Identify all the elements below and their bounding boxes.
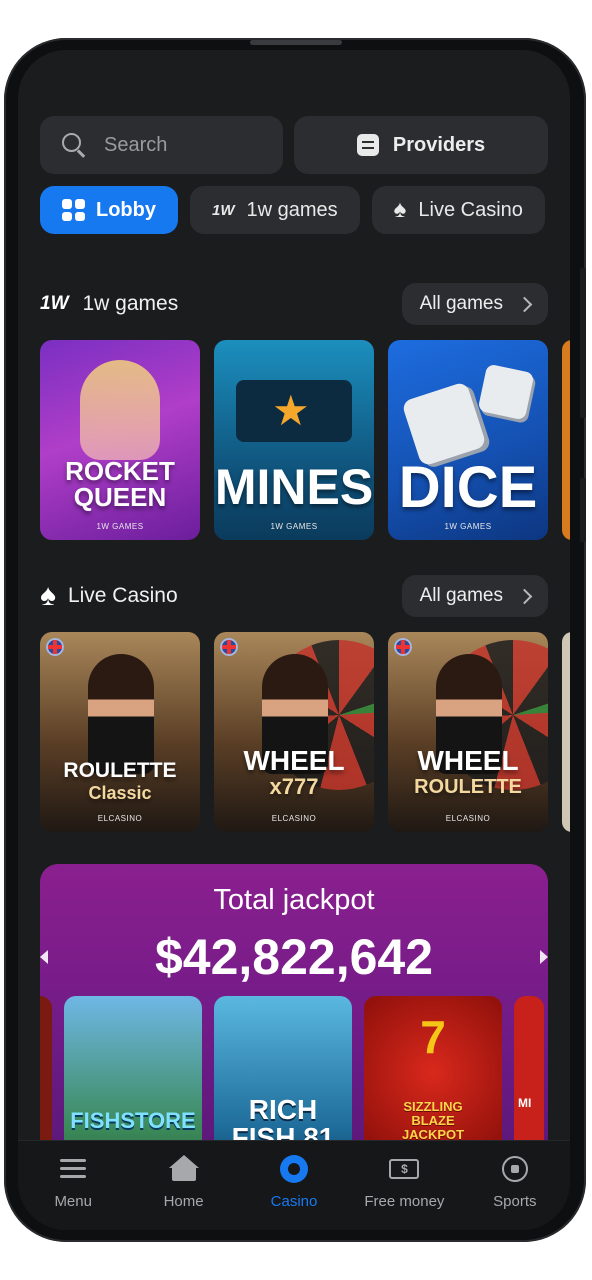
- nav-casino[interactable]: Casino: [239, 1141, 349, 1230]
- section-header-live-casino: ♠ Live Casino All games: [40, 574, 548, 618]
- category-tabs: Lobby 1W 1w games ♠ Live Casino: [40, 186, 545, 234]
- tab-label: 1w games: [246, 198, 338, 221]
- tab-1w-games[interactable]: 1W 1w games: [190, 186, 360, 234]
- section-title-text: Live Casino: [67, 584, 178, 607]
- speaker-grille: [250, 40, 342, 45]
- game-provider: 1W GAMES: [444, 522, 492, 531]
- game-carousel-1w: ROCKET QUEEN 1W GAMES ★ MINES 1W GAMES D…: [40, 340, 570, 540]
- game-provider: ELCASINO: [271, 814, 317, 823]
- all-games-button[interactable]: All games: [401, 575, 548, 617]
- tab-lobby[interactable]: Lobby: [40, 186, 178, 234]
- search-icon: [62, 133, 86, 157]
- 1w-logo-icon: 1W: [212, 201, 235, 219]
- game-card-dice[interactable]: DICE 1W GAMES: [388, 340, 548, 540]
- game-card-fishstore[interactable]: FISHSTORE: [64, 996, 202, 1164]
- spade-icon: ♠: [40, 579, 56, 612]
- jackpot-banner[interactable]: Total jackpot $42,822,642 FISHSTORE RICH…: [40, 864, 548, 1164]
- star-icon: ★: [272, 387, 310, 434]
- game-carousel-live: ROULETTE Classic ELCASINO WHEEL x777 ELC…: [40, 632, 570, 832]
- search-field[interactable]: [40, 116, 283, 174]
- game-card-wheel-roulette[interactable]: WHEEL ROULETTE ELCASINO: [388, 632, 548, 832]
- tab-label: Live Casino: [418, 198, 523, 221]
- arrow-right-icon[interactable]: [540, 950, 548, 964]
- game-provider: 1W GAMES: [270, 522, 318, 531]
- search-input[interactable]: [102, 132, 256, 158]
- game-title: ROCKET QUEEN: [65, 456, 175, 512]
- grid-icon: [62, 199, 85, 221]
- game-title: MINES: [214, 459, 374, 515]
- game-card-partial[interactable]: [40, 996, 52, 1164]
- all-games-button[interactable]: All games: [401, 283, 548, 325]
- nav-label: Casino: [270, 1193, 318, 1210]
- game-title: WHEEL ROULETTE: [414, 745, 522, 799]
- character-illustration: [80, 360, 160, 460]
- nav-label: Home: [163, 1193, 204, 1210]
- football-icon: [500, 1155, 530, 1183]
- chevron-right-icon: [516, 588, 533, 604]
- tab-live-casino[interactable]: ♠ Live Casino: [371, 186, 545, 234]
- game-card-wheel-x777[interactable]: WHEEL x777 ELCASINO: [214, 632, 374, 832]
- game-title: FISHSTORE: [70, 1108, 196, 1133]
- uk-flag-icon: [46, 638, 64, 656]
- 1w-logo-icon: 1W: [40, 293, 69, 314]
- game-card-roulette-classic[interactable]: ROULETTE Classic ELCASINO: [40, 632, 200, 832]
- game-title: ROULETTE Classic: [63, 759, 177, 804]
- bottom-navigation: Menu Home Casino $ Free money Sports: [18, 1140, 570, 1230]
- home-icon: [168, 1155, 199, 1183]
- jackpot-title: Total jackpot: [213, 884, 375, 916]
- nav-label: Sports: [493, 1193, 537, 1210]
- uk-flag-icon: [220, 638, 238, 656]
- game-card-rocket-queen[interactable]: ROCKET QUEEN 1W GAMES: [40, 340, 200, 540]
- all-games-label: All games: [419, 293, 503, 314]
- filter-icon: [356, 134, 379, 156]
- section-header-1w-games: 1W 1w games All games: [40, 282, 548, 326]
- app-screen: Providers Lobby 1W 1w games ♠ Live Casin…: [18, 50, 570, 1230]
- nav-menu[interactable]: Menu: [18, 1141, 128, 1230]
- nav-label: Free money: [364, 1193, 445, 1210]
- power-button: [580, 478, 586, 542]
- casino-icon: [279, 1155, 309, 1183]
- jackpot-amount: $42,822,642: [154, 929, 434, 985]
- arrow-left-icon[interactable]: [40, 950, 48, 964]
- spade-icon: ♠: [393, 196, 407, 223]
- nav-free-money[interactable]: $ Free money: [349, 1141, 459, 1230]
- volume-button: [580, 268, 586, 418]
- jackpot-game-carousel: FISHSTORE RICH FISH 81 7 SIZZLING BLAZE …: [40, 996, 544, 1164]
- game-title: WHEEL x777: [243, 745, 345, 800]
- game-card-sizzling-blaze[interactable]: 7 SIZZLING BLAZE JACKPOT: [364, 996, 502, 1164]
- game-card-mines[interactable]: ★ MINES 1W GAMES: [214, 340, 374, 540]
- nav-home[interactable]: Home: [128, 1141, 238, 1230]
- game-provider: 1W GAMES: [96, 522, 144, 531]
- tab-label: Lobby: [96, 198, 156, 221]
- game-card-rich-fish[interactable]: RICH FISH 81: [214, 996, 352, 1164]
- game-title: DICE: [398, 455, 538, 520]
- game-card-partial[interactable]: [562, 340, 570, 540]
- section-title: 1W 1w games: [40, 292, 178, 316]
- chevron-right-icon: [516, 296, 533, 312]
- dealer-photo: [88, 654, 154, 774]
- game-title: SIZZLING BLAZE JACKPOT: [401, 1099, 465, 1142]
- game-provider: ELCASINO: [97, 814, 143, 823]
- section-title: ♠ Live Casino: [40, 579, 178, 613]
- money-icon: $: [389, 1155, 420, 1183]
- nav-label: Menu: [54, 1193, 92, 1210]
- game-title: MI: [518, 1096, 532, 1110]
- seven-icon: 7: [420, 1011, 446, 1063]
- providers-button[interactable]: Providers: [294, 116, 548, 174]
- game-card-partial[interactable]: MI: [514, 996, 544, 1164]
- uk-flag-icon: [394, 638, 412, 656]
- menu-icon: [58, 1155, 88, 1183]
- nav-sports[interactable]: Sports: [460, 1141, 570, 1230]
- section-title-text: 1w games: [82, 292, 179, 315]
- dice-icon: [477, 363, 535, 421]
- game-card-partial[interactable]: [562, 632, 570, 832]
- all-games-label: All games: [419, 585, 503, 606]
- game-provider: ELCASINO: [445, 814, 491, 823]
- providers-label: Providers: [392, 133, 486, 156]
